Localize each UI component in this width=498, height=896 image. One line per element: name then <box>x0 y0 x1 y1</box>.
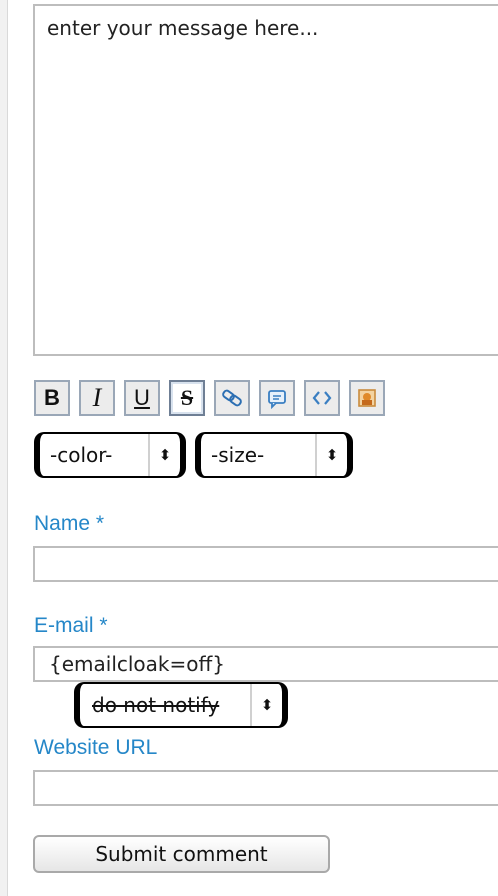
underline-button[interactable]: U <box>124 380 160 416</box>
submit-comment-button[interactable]: Submit comment <box>33 835 330 873</box>
color-select-value: -color- <box>50 443 113 467</box>
color-select[interactable]: -color- ⬍ <box>34 432 186 478</box>
italic-label: I <box>92 383 102 412</box>
select-arrows-icon: ⬍ <box>315 434 347 476</box>
quote-button[interactable] <box>259 380 295 416</box>
underline-label: U <box>134 385 150 410</box>
website-input[interactable] <box>33 770 498 806</box>
bold-label: B <box>44 385 60 410</box>
size-select[interactable]: -size- ⬍ <box>195 432 353 478</box>
italic-button[interactable]: I <box>79 380 115 416</box>
image-button[interactable] <box>349 380 385 416</box>
link-icon <box>222 389 242 407</box>
image-icon <box>358 389 376 407</box>
message-placeholder: enter your message here... <box>47 16 319 40</box>
strikethrough-button[interactable]: S <box>169 380 205 416</box>
select-arrows-icon: ⬍ <box>250 684 282 726</box>
email-input-value: {emailcloak=off} <box>49 652 226 676</box>
bold-button[interactable]: B <box>34 380 70 416</box>
quote-icon <box>268 390 286 409</box>
email-label: E-mail * <box>34 614 108 637</box>
size-select-value: -size- <box>211 443 265 467</box>
strikethrough-label: S <box>180 385 194 410</box>
notify-select-value: do not notify <box>92 693 220 717</box>
formatting-toolbar: B I U S <box>34 380 385 424</box>
code-button[interactable] <box>304 380 340 416</box>
email-input[interactable]: {emailcloak=off} <box>33 646 498 682</box>
code-icon <box>312 391 332 405</box>
message-textarea[interactable]: enter your message here... <box>33 4 498 356</box>
name-label: Name * <box>34 512 105 535</box>
left-border <box>0 0 8 896</box>
select-arrows-icon: ⬍ <box>148 434 180 476</box>
name-input[interactable] <box>33 546 498 582</box>
website-label: Website URL <box>34 736 158 759</box>
notify-select[interactable]: do not notify ⬍ <box>74 682 288 728</box>
link-button[interactable] <box>214 380 250 416</box>
formatting-selects: -color- ⬍ -size- ⬍ <box>34 432 353 478</box>
